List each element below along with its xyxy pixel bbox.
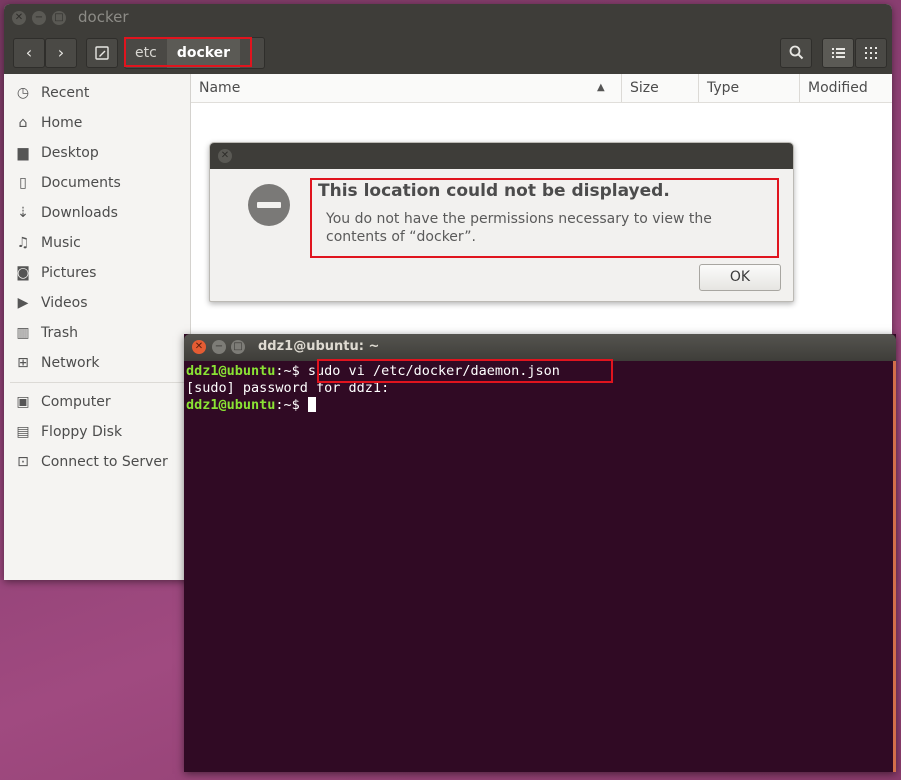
sidebar-item-label: Floppy Disk: [41, 424, 123, 440]
ok-button[interactable]: OK: [699, 264, 781, 291]
breadcrumb-etc[interactable]: etc: [125, 38, 167, 68]
dialog-titlebar: ✕: [210, 143, 793, 169]
column-size-label: Size: [630, 80, 659, 96]
file-manager-titlebar: ✕ − □ docker: [4, 4, 892, 32]
computer-icon: ▣: [16, 394, 30, 410]
terminal-line: ddz1@ubuntu:~$ sudo vi /etc/docker/daemo…: [186, 363, 894, 380]
location-toggle-button[interactable]: [86, 38, 118, 68]
clock-icon: ◷: [16, 85, 30, 101]
sidebar-item-label: Documents: [41, 175, 121, 191]
error-dialog: ✕ This location could not be displayed. …: [209, 142, 794, 302]
sidebar-item-downloads[interactable]: ⇣ Downloads: [4, 198, 190, 228]
home-icon: ⌂: [18, 115, 28, 131]
terminal-titlebar: ✕ − □ ddz1@ubuntu: ~: [184, 334, 896, 361]
sidebar-item-recent[interactable]: ◷ Recent: [4, 78, 190, 108]
sidebar: ◷ Recent ⌂ Home ▆ Desktop ▯ Documents ⇣ Downl…: [4, 74, 191, 580]
sidebar-item-pictures[interactable]: ◙ Pictures: [4, 258, 190, 288]
grid-view-button[interactable]: [855, 38, 887, 68]
close-icon[interactable]: ✕: [192, 340, 206, 354]
music-icon: ♫: [16, 235, 30, 251]
sidebar-item-label: Videos: [41, 295, 88, 311]
server-icon: ⊡: [17, 454, 29, 470]
dialog-title: This location could not be displayed.: [318, 181, 670, 201]
minimize-icon[interactable]: −: [32, 11, 46, 25]
close-icon[interactable]: ✕: [12, 11, 26, 25]
column-modified[interactable]: Modified: [799, 74, 892, 102]
grid-icon: [865, 47, 877, 59]
column-header-row: Name ▲ Size Type Modified: [191, 74, 892, 103]
sidebar-item-label: Downloads: [41, 205, 118, 221]
prompt-separator: :~$: [275, 363, 308, 379]
sidebar-item-label: Pictures: [41, 265, 97, 281]
sidebar-item-label: Network: [41, 355, 100, 371]
trash-icon: ▥: [16, 325, 30, 341]
sidebar-divider: [10, 382, 186, 383]
floppy-icon: ▤: [16, 424, 30, 440]
search-button[interactable]: [780, 38, 812, 68]
column-modified-label: Modified: [808, 80, 868, 96]
sidebar-item-music[interactable]: ♫ Music: [4, 228, 190, 258]
column-size[interactable]: Size: [621, 74, 698, 102]
column-type-label: Type: [707, 80, 740, 96]
column-name-label: Name: [199, 80, 241, 96]
error-icon: [248, 184, 290, 226]
terminal-line: [sudo] password for ddz1:: [186, 380, 390, 396]
prompt-user: ddz1@ubuntu: [186, 397, 276, 413]
camera-icon: ◙: [16, 265, 30, 281]
back-button[interactable]: ‹: [13, 38, 45, 68]
file-manager-header: ‹ › etc docker: [4, 32, 892, 74]
sidebar-item-documents[interactable]: ▯ Documents: [4, 168, 190, 198]
text-cursor: [307, 397, 316, 412]
column-name[interactable]: Name ▲: [191, 74, 619, 102]
terminal-window: ✕ − □ ddz1@ubuntu: ~ ddz1@ubuntu:~$ sudo…: [184, 334, 896, 772]
maximize-icon[interactable]: □: [231, 340, 245, 354]
breadcrumb: etc docker: [124, 37, 266, 69]
document-icon: ▯: [19, 175, 27, 191]
breadcrumb-docker[interactable]: docker: [166, 38, 241, 68]
sidebar-item-label: Desktop: [41, 145, 99, 161]
sidebar-item-desktop[interactable]: ▆ Desktop: [4, 138, 190, 168]
sidebar-item-trash[interactable]: ▥ Trash: [4, 318, 190, 348]
prompt-separator: :~$: [275, 397, 308, 413]
sidebar-item-computer[interactable]: ▣ Computer: [4, 387, 190, 417]
minimize-icon[interactable]: −: [212, 340, 226, 354]
terminal-border: [893, 361, 896, 772]
network-icon: ⊞: [17, 355, 29, 371]
terminal-output[interactable]: ddz1@ubuntu:~$ sudo vi /etc/docker/daemo…: [184, 361, 896, 416]
sidebar-item-videos[interactable]: ▶ Videos: [4, 288, 190, 318]
terminal-title: ddz1@ubuntu: ~: [258, 339, 380, 354]
maximize-icon[interactable]: □: [52, 11, 66, 25]
sidebar-item-label: Computer: [41, 394, 111, 410]
prompt-user: ddz1@ubuntu: [186, 363, 276, 379]
sidebar-item-connect-to-server[interactable]: ⊡ Connect to Server: [4, 447, 190, 477]
terminal-line: ddz1@ubuntu:~$: [186, 397, 894, 414]
search-icon: [789, 45, 803, 60]
video-icon: ▶: [17, 295, 29, 311]
sidebar-item-home[interactable]: ⌂ Home: [4, 108, 190, 138]
column-type[interactable]: Type: [698, 74, 797, 102]
sidebar-item-floppy-disk[interactable]: ▤ Floppy Disk: [4, 417, 190, 447]
list-view-button[interactable]: [822, 38, 854, 68]
sidebar-item-label: Music: [41, 235, 81, 251]
sort-up-icon: ▲: [597, 82, 605, 93]
close-icon[interactable]: ✕: [218, 149, 232, 163]
terminal-command: sudo vi /etc/docker/daemon.json: [307, 363, 560, 379]
chevron-left-icon: ‹: [25, 43, 33, 62]
sidebar-item-label: Home: [41, 115, 83, 131]
sidebar-item-label: Trash: [41, 325, 78, 341]
dialog-message: You do not have the permissions necessar…: [326, 211, 712, 245]
pencil-icon: [95, 46, 109, 60]
sidebar-item-label: Recent: [41, 85, 90, 101]
sidebar-item-label: Connect to Server: [41, 454, 168, 470]
sidebar-item-network[interactable]: ⊞ Network: [4, 348, 190, 378]
download-icon: ⇣: [17, 205, 29, 221]
chevron-right-icon: ›: [57, 43, 65, 62]
forward-button[interactable]: ›: [45, 38, 77, 68]
folder-icon: ▆: [17, 145, 29, 161]
list-icon: [831, 48, 845, 58]
window-title: docker: [78, 8, 129, 26]
